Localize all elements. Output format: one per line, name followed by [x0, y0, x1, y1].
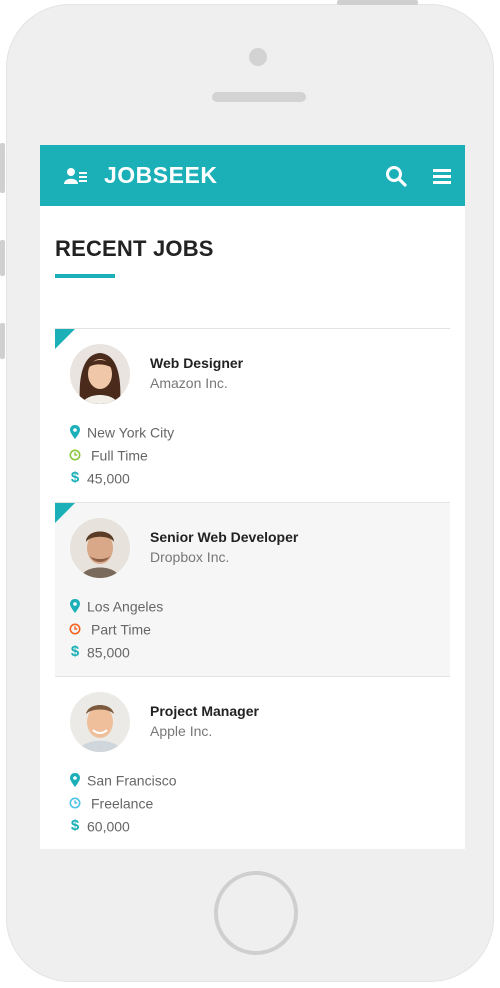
map-pin-icon — [69, 773, 81, 788]
job-type: Freelance — [69, 793, 153, 811]
avatar — [70, 344, 130, 404]
company-name: Dropbox Inc. — [150, 549, 230, 565]
job-title[interactable]: Senior Web Developer — [150, 529, 298, 545]
job-title[interactable]: Web Designer — [150, 355, 243, 371]
job-type: Part Time — [69, 619, 151, 637]
avatar — [70, 518, 130, 578]
brand-logo-text[interactable]: JOBSEEK — [104, 162, 217, 189]
company-name: Amazon Inc. — [150, 375, 228, 391]
job-location: Los Angeles — [69, 596, 163, 614]
front-camera — [249, 48, 267, 66]
job-salary: $45,000 — [70, 469, 130, 487]
search-icon[interactable] — [385, 165, 407, 187]
job-location: San Francisco — [69, 770, 176, 788]
clock-icon — [69, 796, 81, 810]
volume-down-button — [0, 323, 5, 359]
avatar — [70, 692, 130, 752]
job-location: New York City — [69, 422, 174, 440]
volume-up-button — [0, 240, 5, 276]
company-name: Apple Inc. — [150, 723, 213, 739]
section-title: RECENT JOBS — [55, 236, 214, 261]
map-pin-icon — [69, 425, 81, 440]
featured-corner-tag — [55, 329, 75, 349]
clock-icon — [69, 622, 81, 636]
job-card[interactable]: Project Manager Apple Inc. San Francisco… — [55, 676, 450, 849]
section-title-underline — [55, 274, 115, 278]
map-pin-icon — [69, 599, 81, 614]
home-button[interactable] — [214, 871, 298, 955]
clock-icon — [69, 448, 81, 462]
dollar-icon: $ — [70, 643, 80, 660]
job-type: Full Time — [69, 445, 148, 463]
job-card[interactable]: Senior Web Developer Dropbox Inc. Los An… — [55, 502, 450, 676]
top-navbar: JOBSEEK — [40, 145, 465, 206]
earpiece-speaker — [212, 92, 306, 102]
user-list-icon — [64, 167, 88, 185]
dollar-icon: $ — [70, 817, 80, 834]
job-salary: $60,000 — [70, 817, 130, 835]
app-screen: JOBSEEK RECENT JOBS Web Designer Amazon … — [40, 145, 465, 849]
hamburger-menu-icon[interactable] — [431, 167, 453, 185]
featured-corner-tag — [55, 503, 75, 523]
job-title[interactable]: Project Manager — [150, 703, 259, 719]
job-salary: $85,000 — [70, 643, 130, 661]
power-button — [337, 0, 418, 5]
mute-switch — [0, 143, 5, 193]
job-card[interactable]: Web Designer Amazon Inc. New York City F… — [55, 328, 450, 502]
dollar-icon: $ — [70, 469, 80, 486]
job-list: Web Designer Amazon Inc. New York City F… — [55, 328, 450, 849]
